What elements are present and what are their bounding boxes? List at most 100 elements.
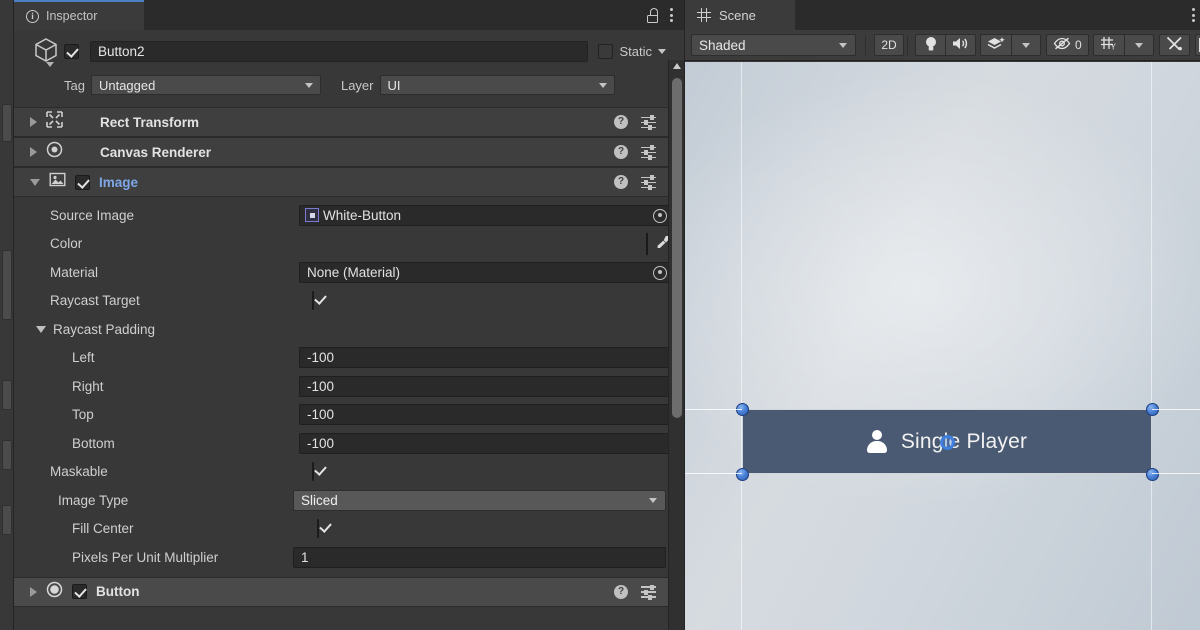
preset-settings-icon[interactable] — [641, 145, 656, 160]
gameobject-enabled-checkbox[interactable] — [64, 43, 79, 59]
chevron-down-icon — [598, 83, 607, 88]
preset-settings-icon[interactable] — [641, 115, 656, 130]
kebab-menu-icon[interactable] — [669, 8, 673, 22]
lock-open-icon[interactable] — [646, 7, 659, 23]
tab-scene[interactable]: Scene — [685, 0, 795, 30]
layer-value: UI — [387, 77, 401, 93]
scene-tabbar: Scene — [685, 0, 1200, 30]
help-icon[interactable]: ? — [614, 115, 628, 129]
lightbulb-icon — [924, 36, 938, 55]
button-enabled-checkbox[interactable] — [72, 584, 87, 599]
padding-left-value: -100 — [307, 350, 335, 366]
image-properties: Source Image White-Button Color Material… — [14, 197, 684, 572]
sprite-icon — [305, 208, 319, 223]
color-field[interactable] — [646, 232, 670, 255]
layer-dropdown[interactable]: UI — [379, 75, 615, 95]
resize-handle-bottom-left[interactable] — [735, 467, 749, 481]
expand-triangle-icon[interactable] — [30, 117, 37, 127]
scene-gizmos-tools-button[interactable] — [1158, 34, 1190, 56]
static-chevron-down-icon[interactable] — [658, 48, 666, 54]
fill-center-checkbox[interactable] — [317, 518, 319, 538]
chevron-down-icon — [1134, 42, 1143, 48]
expand-triangle-icon[interactable] — [30, 147, 37, 157]
padding-top-value: -100 — [307, 407, 335, 423]
canvas-renderer-icon — [46, 141, 63, 163]
scene-toolbar-overflow[interactable] — [1194, 34, 1200, 56]
inspector-scrollbar[interactable] — [668, 60, 684, 630]
row-fill-center: Fill Center — [14, 515, 684, 544]
resize-handle-bottom-right[interactable] — [1145, 467, 1159, 481]
svg-text:Y: Y — [1110, 43, 1116, 52]
component-header-image[interactable]: Image ? — [14, 167, 684, 197]
row-pixels-per-unit: Pixels Per Unit Multiplier 1 — [14, 543, 684, 572]
row-padding-right: Right -100 — [14, 372, 684, 401]
padding-left-input[interactable]: -100 — [299, 347, 672, 369]
fill-center-label: Fill Center — [72, 521, 134, 537]
button-label: Single Player — [900, 429, 1028, 453]
raycast-target-label: Raycast Target — [50, 293, 140, 309]
scroll-up-arrow-icon[interactable] — [673, 63, 681, 69]
source-image-objectfield[interactable]: White-Button — [299, 204, 672, 226]
padding-right-input[interactable]: -100 — [299, 375, 672, 397]
expand-triangle-icon[interactable] — [30, 586, 37, 597]
pivot-handle-icon[interactable] — [940, 434, 955, 450]
gameobject-name-value: Button2 — [98, 43, 145, 59]
padding-top-input[interactable]: -100 — [299, 404, 672, 426]
unity-editor-window: i Inspector Button2 Static Tag Untagged … — [0, 0, 1200, 630]
scene-lighting-toggle[interactable] — [915, 34, 945, 56]
scene-panel: Scene Shaded 2D 0 Y Single Player — [684, 0, 1200, 630]
maskable-checkbox[interactable] — [312, 461, 314, 481]
rect-transform-icon — [46, 111, 63, 133]
scene-fx-dropdown[interactable] — [1011, 34, 1041, 56]
row-raycast-padding[interactable]: Raycast Padding — [14, 315, 684, 344]
scene-grid-toggle[interactable]: Y — [1092, 34, 1124, 56]
image-enabled-checkbox[interactable] — [75, 174, 90, 190]
object-picker-icon[interactable] — [653, 208, 667, 223]
row-raycast-target: Raycast Target — [14, 287, 684, 316]
scene-audio-toggle[interactable] — [945, 34, 976, 56]
effects-layers-icon — [987, 36, 1005, 54]
help-icon[interactable]: ? — [614, 145, 628, 159]
chevron-down-icon — [649, 497, 657, 503]
draw-mode-dropdown[interactable]: Shaded — [691, 34, 856, 56]
toggle-2d-button[interactable]: 2D — [874, 34, 904, 56]
selection-extend-line — [1152, 409, 1200, 410]
collapse-triangle-icon[interactable] — [30, 178, 40, 186]
tab-inspector[interactable]: i Inspector — [14, 0, 144, 30]
component-header-canvas-renderer[interactable]: Canvas Renderer ? — [14, 137, 684, 167]
component-header-rect-transform[interactable]: Rect Transform ? — [14, 107, 684, 137]
grid-icon — [697, 8, 711, 22]
row-padding-left: Left -100 — [14, 344, 684, 373]
selected-button-object[interactable]: Single Player — [735, 402, 1159, 481]
pixels-per-unit-input[interactable]: 1 — [293, 546, 666, 568]
preset-settings-icon[interactable] — [641, 175, 656, 190]
tag-dropdown[interactable]: Untagged — [90, 75, 321, 95]
row-image-type: Image Type Sliced — [14, 486, 684, 515]
collapse-triangle-icon[interactable] — [36, 325, 46, 333]
help-icon[interactable]: ? — [614, 175, 628, 189]
row-source-image: Source Image White-Button — [14, 201, 684, 230]
row-padding-top: Top -100 — [14, 401, 684, 430]
padding-top-label: Top — [72, 407, 94, 423]
gameobject-name-input[interactable]: Button2 — [90, 40, 589, 62]
scene-fx-toggle[interactable] — [980, 34, 1011, 56]
help-icon[interactable]: ? — [614, 584, 628, 599]
scene-grid-dropdown[interactable] — [1123, 34, 1154, 56]
image-type-dropdown[interactable]: Sliced — [293, 489, 666, 511]
raycast-target-checkbox[interactable] — [312, 290, 314, 310]
scrollbar-thumb[interactable] — [672, 78, 682, 418]
tab-inspector-label: Inspector — [46, 9, 98, 23]
component-header-button[interactable]: Button ? — [14, 576, 684, 607]
grid-axis-icon: Y — [1100, 36, 1118, 54]
kebab-menu-icon[interactable] — [1192, 8, 1196, 22]
object-picker-icon[interactable] — [653, 265, 667, 280]
padding-right-value: -100 — [307, 378, 335, 394]
info-icon: i — [26, 9, 39, 23]
scene-hidden-objects-toggle[interactable]: 0 — [1046, 34, 1089, 56]
padding-bottom-input[interactable]: -100 — [299, 432, 672, 454]
row-material: Material None (Material) — [14, 258, 684, 287]
scene-viewport[interactable]: Single Player — [685, 62, 1200, 630]
static-checkbox[interactable] — [598, 43, 614, 59]
material-objectfield[interactable]: None (Material) — [299, 261, 672, 283]
preset-settings-icon[interactable] — [641, 584, 656, 600]
